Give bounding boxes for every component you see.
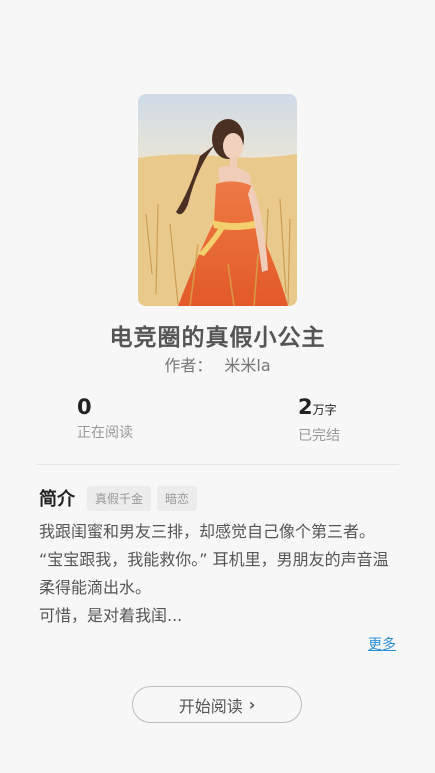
reading-count: 0 bbox=[77, 395, 92, 419]
book-cover-image[interactable] bbox=[138, 94, 297, 306]
author-line: 作者： 米米la bbox=[0, 352, 435, 376]
reading-label: 正在阅读 bbox=[77, 425, 133, 441]
stat-word-count: 2万字 已完结 bbox=[298, 394, 340, 445]
word-count-value: 2万字 bbox=[298, 394, 340, 423]
intro-line: “宝宝跟我，我能救你。” 耳机里，男朋友的声音温柔得能滴出水。 bbox=[39, 550, 389, 597]
stat-reading: 0 正在阅读 bbox=[77, 394, 133, 442]
intro-heading: 简介 bbox=[39, 489, 75, 510]
section-divider bbox=[36, 464, 399, 465]
chevron-right-icon: › bbox=[248, 695, 256, 714]
book-title: 电竞圈的真假小公主 bbox=[109, 325, 326, 351]
start-reading-label: 开始阅读 bbox=[178, 696, 243, 716]
intro-line: 我跟闺蜜和男友三排，却感觉自己像个第三者。 bbox=[39, 522, 376, 541]
author-name[interactable]: 米米la bbox=[224, 356, 270, 375]
status-label: 已完结 bbox=[298, 428, 340, 444]
word-count-number: 2 bbox=[298, 395, 313, 419]
cover-illustration bbox=[138, 94, 297, 306]
intro-line: 可惜，是对着我闺... bbox=[39, 606, 183, 625]
intro-text: 我跟闺蜜和男友三排，却感觉自己像个第三者。 “宝宝跟我，我能救你。” 耳机里，男… bbox=[39, 518, 397, 630]
tag-chip[interactable]: 暗恋 bbox=[157, 485, 198, 511]
book-detail-page: 电竞圈的真假小公主 作者： 米米la 0 正在阅读 2万字 已完结 简介 真假千金… bbox=[0, 0, 435, 773]
author-label: 作者： bbox=[164, 356, 213, 375]
start-reading-button[interactable]: 开始阅读 › bbox=[132, 686, 302, 723]
intro-header: 简介 真假千金 暗恋 bbox=[39, 485, 203, 511]
tag-chip[interactable]: 真假千金 bbox=[87, 485, 152, 511]
word-count-unit: 万字 bbox=[312, 403, 337, 417]
more-link[interactable]: 更多 bbox=[368, 634, 396, 654]
